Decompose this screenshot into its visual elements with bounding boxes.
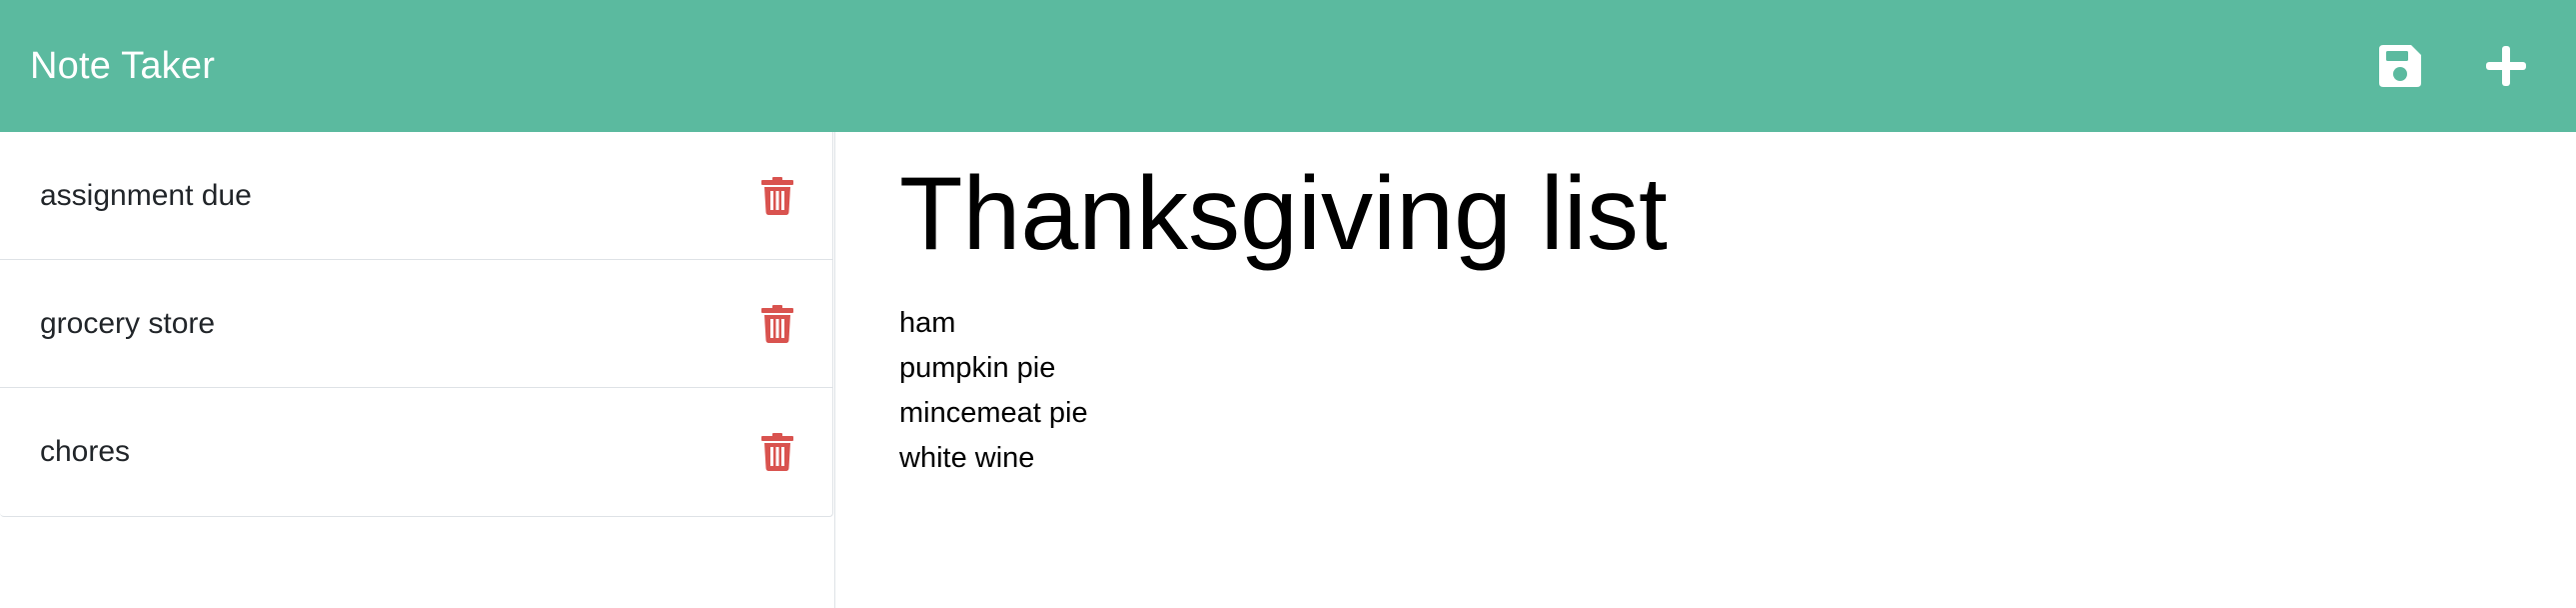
app-title-link[interactable]: Note Taker	[30, 45, 215, 88]
note-list-item[interactable]: grocery store	[0, 260, 832, 388]
plus-icon	[2486, 46, 2526, 86]
delete-note-button[interactable]	[760, 304, 794, 344]
note-sidebar: assignment due grocery store chores	[0, 132, 835, 608]
note-item-title: assignment due	[40, 178, 252, 212]
note-list-item[interactable]: chores	[0, 388, 832, 516]
note-item-title: chores	[40, 435, 131, 468]
note-title-input[interactable]: Thanksgiving list	[899, 159, 2513, 269]
new-note-button[interactable]	[2482, 42, 2530, 90]
trash-icon	[761, 304, 793, 343]
note-text-line: mincemeat pie	[899, 397, 1088, 430]
note-list-item[interactable]: assignment due	[0, 132, 832, 260]
note-editor: Thanksgiving list ham pumpkin pie mincem…	[836, 132, 2576, 608]
note-text-area[interactable]: ham pumpkin pie mincemeat pie white wine	[899, 301, 2513, 481]
trash-icon	[761, 433, 793, 471]
save-icon	[2379, 45, 2421, 87]
navbar: Note Taker	[0, 0, 2576, 132]
note-text-line: pumpkin pie	[899, 352, 1056, 385]
note-list: assignment due grocery store chores	[0, 132, 833, 517]
note-text-line: ham	[899, 307, 956, 340]
delete-note-button[interactable]	[760, 176, 794, 216]
note-item-title: grocery store	[40, 306, 216, 340]
trash-icon	[761, 176, 793, 215]
save-note-button[interactable]	[2376, 42, 2424, 90]
delete-note-button[interactable]	[760, 432, 794, 472]
note-text-line: white wine	[899, 442, 1035, 475]
navbar-actions	[2376, 42, 2530, 90]
